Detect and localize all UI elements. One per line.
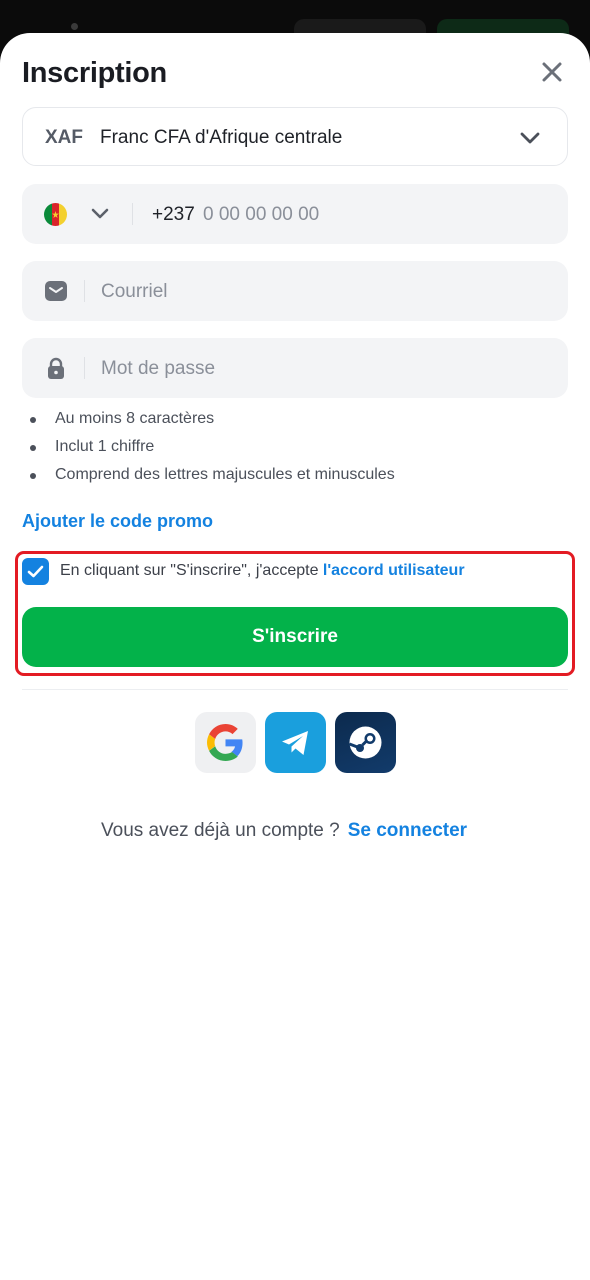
password-input[interactable]: Mot de passe bbox=[101, 358, 215, 380]
divider bbox=[84, 357, 85, 379]
add-promo-code-link[interactable]: Ajouter le code promo bbox=[22, 511, 213, 532]
consent-text: En cliquant sur "S'inscrire", j'accepte … bbox=[60, 562, 465, 580]
email-field[interactable]: Courriel bbox=[22, 261, 568, 321]
envelope-icon bbox=[45, 281, 67, 301]
google-login-button[interactable] bbox=[195, 712, 256, 773]
password-rule: Comprend des lettres majuscules et minus… bbox=[22, 463, 395, 491]
password-rule: Inclut 1 chiffre bbox=[22, 435, 395, 463]
currency-select[interactable]: XAF Franc CFA d'Afrique centrale bbox=[22, 107, 568, 166]
close-button[interactable] bbox=[538, 58, 566, 86]
registration-sheet: Inscription XAF Franc CFA d'Afrique cent… bbox=[0, 33, 590, 1280]
chevron-down-icon[interactable] bbox=[517, 125, 543, 151]
checkmark-icon bbox=[27, 565, 44, 578]
phone-field[interactable]: +237 0 00 00 00 00 bbox=[22, 184, 568, 244]
steam-icon bbox=[348, 726, 382, 759]
login-prompt: Vous avez déjà un compte ? Se connecter bbox=[101, 820, 467, 842]
close-icon[interactable] bbox=[538, 58, 566, 86]
dial-code: +237 bbox=[152, 204, 195, 225]
phone-input[interactable]: 0 00 00 00 00 bbox=[203, 204, 319, 226]
divider bbox=[84, 280, 85, 302]
page-title: Inscription bbox=[22, 57, 167, 89]
password-rule: Au moins 8 caractères bbox=[22, 407, 395, 435]
divider bbox=[132, 203, 133, 225]
consent-label: En cliquant sur "S'inscrire", j'accepte bbox=[60, 562, 323, 579]
currency-code: XAF bbox=[45, 127, 83, 148]
cameroon-flag-icon[interactable] bbox=[44, 203, 67, 226]
login-prompt-text: Vous avez déjà un compte ? bbox=[101, 820, 340, 841]
password-field[interactable]: Mot de passe bbox=[22, 338, 568, 398]
currency-name: Franc CFA d'Afrique centrale bbox=[100, 127, 343, 148]
login-link[interactable]: Se connecter bbox=[348, 820, 467, 841]
consent-checkbox[interactable] bbox=[22, 558, 49, 585]
chevron-down-icon[interactable] bbox=[88, 201, 112, 225]
telegram-icon bbox=[282, 731, 308, 755]
lock-icon bbox=[48, 357, 64, 379]
steam-login-button[interactable] bbox=[335, 712, 396, 773]
divider bbox=[22, 689, 568, 690]
password-rules: Au moins 8 caractères Inclut 1 chiffre C… bbox=[22, 407, 395, 491]
google-icon bbox=[207, 724, 243, 761]
email-input[interactable]: Courriel bbox=[101, 281, 168, 303]
background-dot bbox=[71, 23, 78, 30]
register-button[interactable]: S'inscrire bbox=[22, 607, 568, 667]
telegram-login-button[interactable] bbox=[265, 712, 326, 773]
user-agreement-link[interactable]: l'accord utilisateur bbox=[323, 562, 465, 579]
